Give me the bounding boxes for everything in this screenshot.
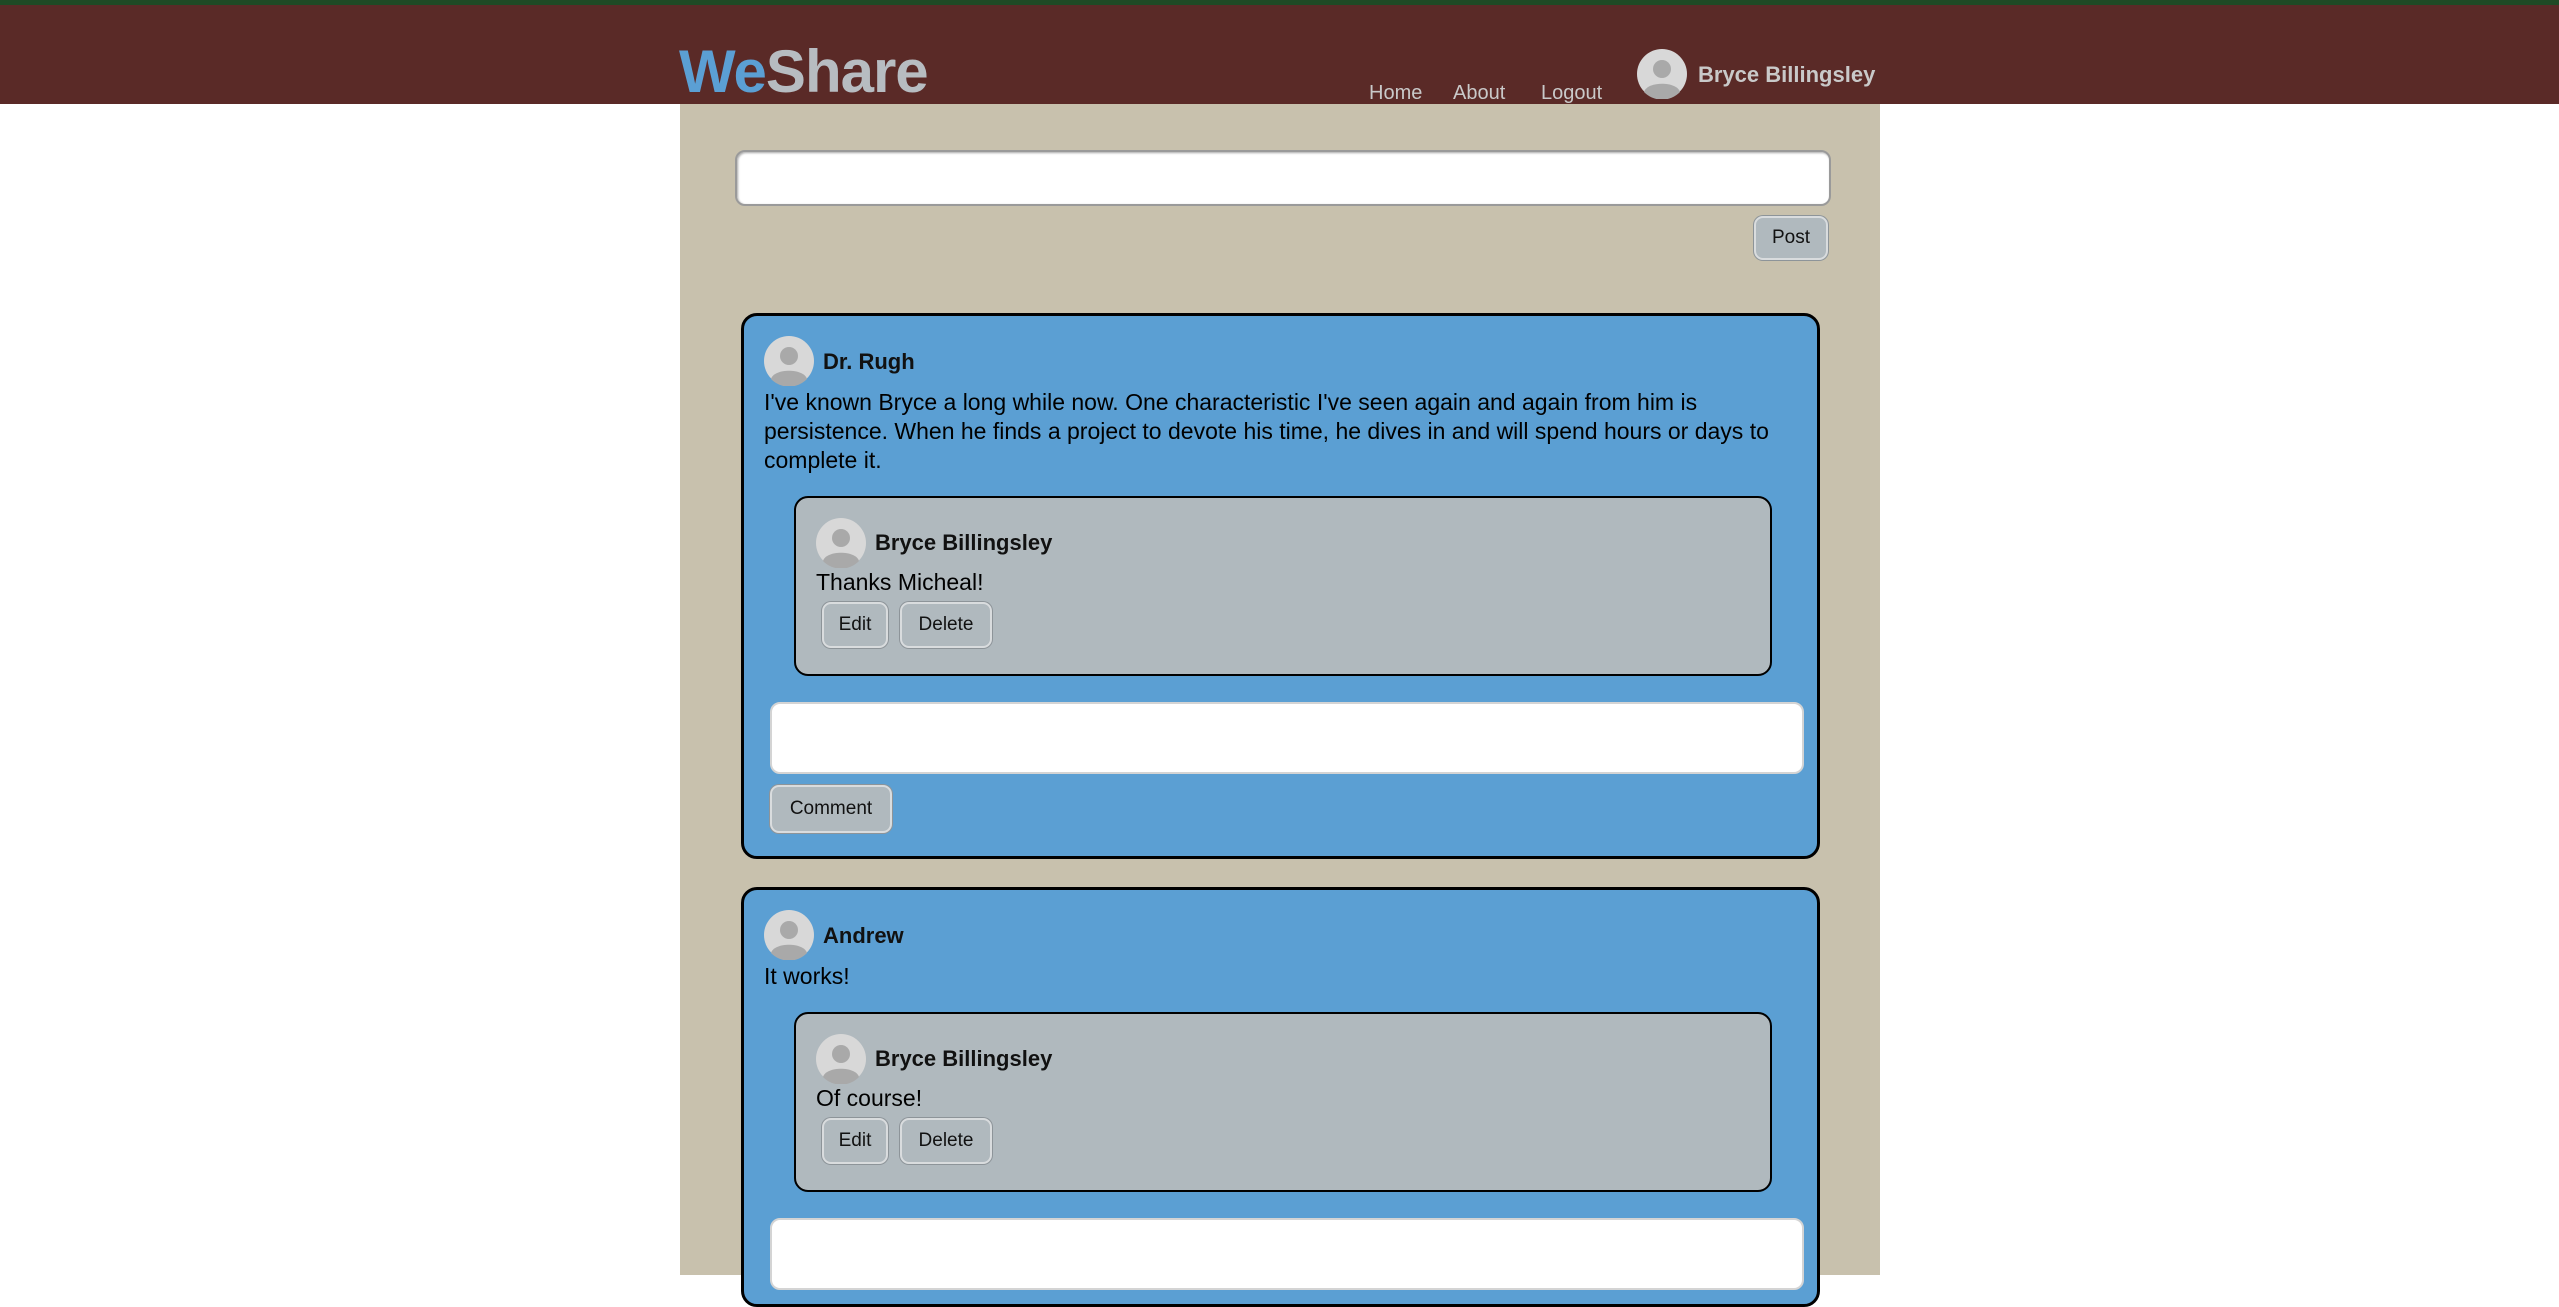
- comment-card: Bryce Billingsley Thanks Micheal! Edit D…: [794, 496, 1772, 676]
- nav-logout-link[interactable]: Logout: [1541, 81, 1602, 105]
- feed-container: Post Dr. Rugh I've known Bryce a long wh…: [680, 104, 1880, 1307]
- post-button[interactable]: Post: [1754, 216, 1828, 260]
- author-avatar-icon: [764, 910, 814, 960]
- comment-author: Bryce Billingsley: [875, 1046, 1053, 1071]
- site-logo[interactable]: WeShare: [679, 35, 929, 109]
- comment-card: Bryce Billingsley Of course! Edit Delete: [794, 1012, 1772, 1192]
- new-post-input[interactable]: [735, 150, 1831, 206]
- header-user-name[interactable]: Bryce Billingsley: [1698, 61, 1875, 89]
- post-card: Dr. Rugh I've known Bryce a long while n…: [741, 313, 1820, 859]
- site-header: WeShare Home About Logout Bryce Billings…: [0, 5, 2559, 105]
- nav-about-link[interactable]: About: [1453, 81, 1505, 105]
- edit-comment-button[interactable]: Edit: [822, 1118, 888, 1164]
- delete-comment-button[interactable]: Delete: [900, 1118, 992, 1164]
- logo-share: Share: [765, 38, 929, 105]
- post-body: I've known Bryce a long while now. One c…: [764, 389, 1769, 473]
- commenter-avatar-icon: [816, 1034, 866, 1084]
- comment-button[interactable]: Comment: [770, 785, 892, 833]
- author-avatar-icon: [764, 336, 814, 386]
- comment-author: Bryce Billingsley: [875, 530, 1053, 555]
- post-card: Andrew It works! Bryce Billingsley Of co…: [741, 887, 1820, 1307]
- commenter-avatar-icon: [816, 518, 866, 568]
- comment-body: Thanks Micheal!: [816, 569, 984, 595]
- comment-input[interactable]: [770, 1218, 1804, 1290]
- post-author: Andrew: [823, 923, 904, 948]
- comment-input[interactable]: [770, 702, 1804, 774]
- post-author: Dr. Rugh: [823, 349, 915, 374]
- comment-body: Of course!: [816, 1085, 923, 1111]
- logo-we: We: [679, 38, 767, 105]
- user-avatar-icon[interactable]: [1637, 49, 1687, 99]
- nav-home-link[interactable]: Home: [1369, 81, 1422, 105]
- post-body: It works!: [764, 963, 850, 989]
- delete-comment-button[interactable]: Delete: [900, 602, 992, 648]
- edit-comment-button[interactable]: Edit: [822, 602, 888, 648]
